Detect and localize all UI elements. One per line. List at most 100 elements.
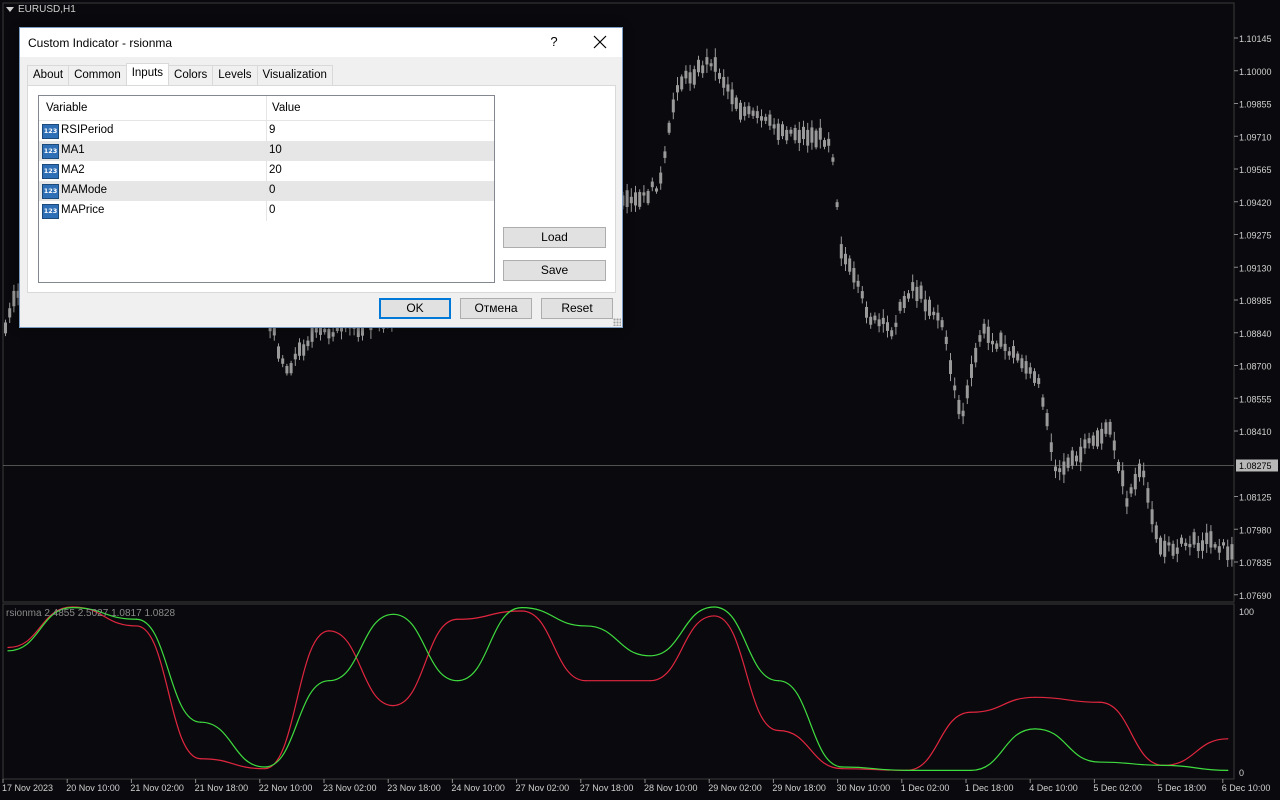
time-tick-label: 21 Nov 18:00 bbox=[195, 783, 249, 793]
candle-body bbox=[1138, 463, 1141, 478]
candle-body bbox=[327, 328, 331, 339]
indicator-series-point bbox=[842, 766, 844, 768]
tab-levels[interactable]: Levels bbox=[212, 65, 258, 85]
candle-body bbox=[949, 360, 952, 374]
candle-body bbox=[4, 322, 7, 334]
cancel-button[interactable]: Отмена bbox=[460, 298, 532, 319]
indicator-series-point bbox=[1034, 696, 1036, 698]
column-variable[interactable]: Variable bbox=[46, 102, 87, 114]
candle-body bbox=[310, 326, 314, 342]
candle-body bbox=[970, 364, 973, 378]
candle-body bbox=[701, 65, 705, 74]
candle-body bbox=[655, 188, 658, 192]
tab-visualization[interactable]: Visualization bbox=[256, 65, 333, 85]
candle-body bbox=[1230, 544, 1234, 560]
dialog-titlebar[interactable]: Custom Indicator - rsionma ? bbox=[20, 28, 622, 57]
candle-body bbox=[1142, 470, 1146, 478]
candle-body bbox=[1003, 343, 1007, 351]
candle-body bbox=[814, 130, 818, 148]
load-button[interactable]: Load bbox=[503, 227, 606, 248]
tab-about[interactable]: About bbox=[27, 65, 70, 85]
resize-grip-icon[interactable] bbox=[613, 318, 621, 326]
candle-body bbox=[1066, 457, 1070, 468]
candle-body bbox=[919, 285, 923, 299]
param-name: RSIPeriod bbox=[61, 124, 114, 136]
candle-body bbox=[8, 308, 12, 318]
param-value[interactable]: 20 bbox=[269, 164, 282, 176]
inputs-panel: Variable Value 123 RSIPeriod 9 123 MA1 1… bbox=[27, 85, 616, 293]
param-row-rsiperiod[interactable]: 123 RSIPeriod 9 bbox=[39, 121, 494, 142]
number-param-icon: 123 bbox=[42, 164, 59, 179]
candle-body bbox=[999, 332, 1003, 347]
tab-inputs[interactable]: Inputs bbox=[125, 63, 170, 85]
param-value[interactable]: 9 bbox=[269, 124, 275, 136]
candle-body bbox=[781, 124, 784, 137]
time-tick-label: 5 Dec 18:00 bbox=[1158, 783, 1207, 793]
param-row-maprice[interactable]: 123 MAPrice 0 bbox=[39, 201, 494, 222]
candle-body bbox=[898, 301, 902, 311]
indicator-series-point bbox=[328, 680, 330, 682]
candle-body bbox=[776, 123, 780, 140]
candle-body bbox=[1205, 532, 1209, 544]
time-tick-label: 28 Nov 10:00 bbox=[644, 783, 698, 793]
candle-body bbox=[272, 327, 276, 336]
tab-colors[interactable]: Colors bbox=[168, 65, 214, 85]
candle-body bbox=[1154, 525, 1158, 540]
candle-body bbox=[1209, 531, 1213, 548]
candle-body bbox=[848, 258, 852, 272]
indicator-series-point bbox=[777, 680, 780, 682]
candle-body bbox=[638, 192, 642, 207]
candle-body bbox=[298, 342, 301, 356]
candle-body bbox=[818, 127, 822, 140]
candle-body bbox=[1201, 540, 1204, 551]
indicator-series-point bbox=[906, 769, 908, 771]
candle-body bbox=[764, 116, 768, 121]
help-button[interactable]: ? bbox=[544, 33, 564, 53]
candle-body bbox=[1125, 498, 1129, 507]
current-price-label: 1.08275 bbox=[1239, 461, 1272, 471]
candle-body bbox=[932, 311, 936, 316]
candle-body bbox=[974, 347, 978, 363]
param-row-mamode[interactable]: 123 MAMode 0 bbox=[39, 181, 494, 202]
candle-body bbox=[953, 385, 957, 391]
time-tick-label: 27 Nov 02:00 bbox=[516, 783, 570, 793]
param-row-ma1[interactable]: 123 MA1 10 bbox=[39, 141, 494, 162]
save-button[interactable]: Save bbox=[503, 260, 606, 281]
param-value[interactable]: 0 bbox=[269, 184, 275, 196]
candle-body bbox=[659, 172, 663, 184]
time-tick-label: 1 Dec 02:00 bbox=[901, 783, 950, 793]
candle-body bbox=[676, 85, 679, 93]
candle-body bbox=[915, 286, 919, 302]
symbol-menu-icon[interactable] bbox=[6, 7, 14, 12]
price-tick-label: 1.09275 bbox=[1239, 231, 1272, 241]
candle-body bbox=[869, 316, 873, 325]
candle-body bbox=[772, 124, 776, 129]
candle-body bbox=[634, 192, 637, 206]
number-param-icon: 123 bbox=[42, 184, 59, 199]
dialog-title: Custom Indicator - rsionma bbox=[28, 36, 173, 50]
candle-body bbox=[873, 315, 877, 321]
price-tick-label: 1.10145 bbox=[1239, 34, 1272, 44]
column-value[interactable]: Value bbox=[272, 102, 301, 114]
candle-body bbox=[911, 282, 915, 291]
time-tick-label: 23 Nov 02:00 bbox=[323, 783, 377, 793]
param-value[interactable]: 0 bbox=[269, 204, 275, 216]
param-name: MAMode bbox=[61, 184, 108, 196]
reset-button[interactable]: Reset bbox=[541, 298, 613, 319]
tab-common[interactable]: Common bbox=[68, 65, 127, 85]
price-tick-label: 1.07980 bbox=[1239, 525, 1272, 535]
price-tick-label: 1.07835 bbox=[1239, 558, 1272, 568]
candle-body bbox=[797, 129, 801, 143]
candle-body bbox=[806, 129, 810, 146]
price-tick-label: 1.09710 bbox=[1239, 132, 1272, 142]
close-icon[interactable] bbox=[590, 32, 610, 52]
price-tick-label: 1.08985 bbox=[1239, 296, 1272, 306]
indicator-series-line-2 bbox=[7, 606, 1228, 771]
param-row-ma2[interactable]: 123 MA2 20 bbox=[39, 161, 494, 182]
candle-body bbox=[1020, 358, 1024, 369]
time-tick-label: 24 Nov 10:00 bbox=[451, 783, 505, 793]
candle-body bbox=[281, 358, 285, 364]
param-value[interactable]: 10 bbox=[269, 144, 282, 156]
ok-button[interactable]: OK bbox=[379, 298, 451, 319]
candle-body bbox=[831, 157, 835, 162]
